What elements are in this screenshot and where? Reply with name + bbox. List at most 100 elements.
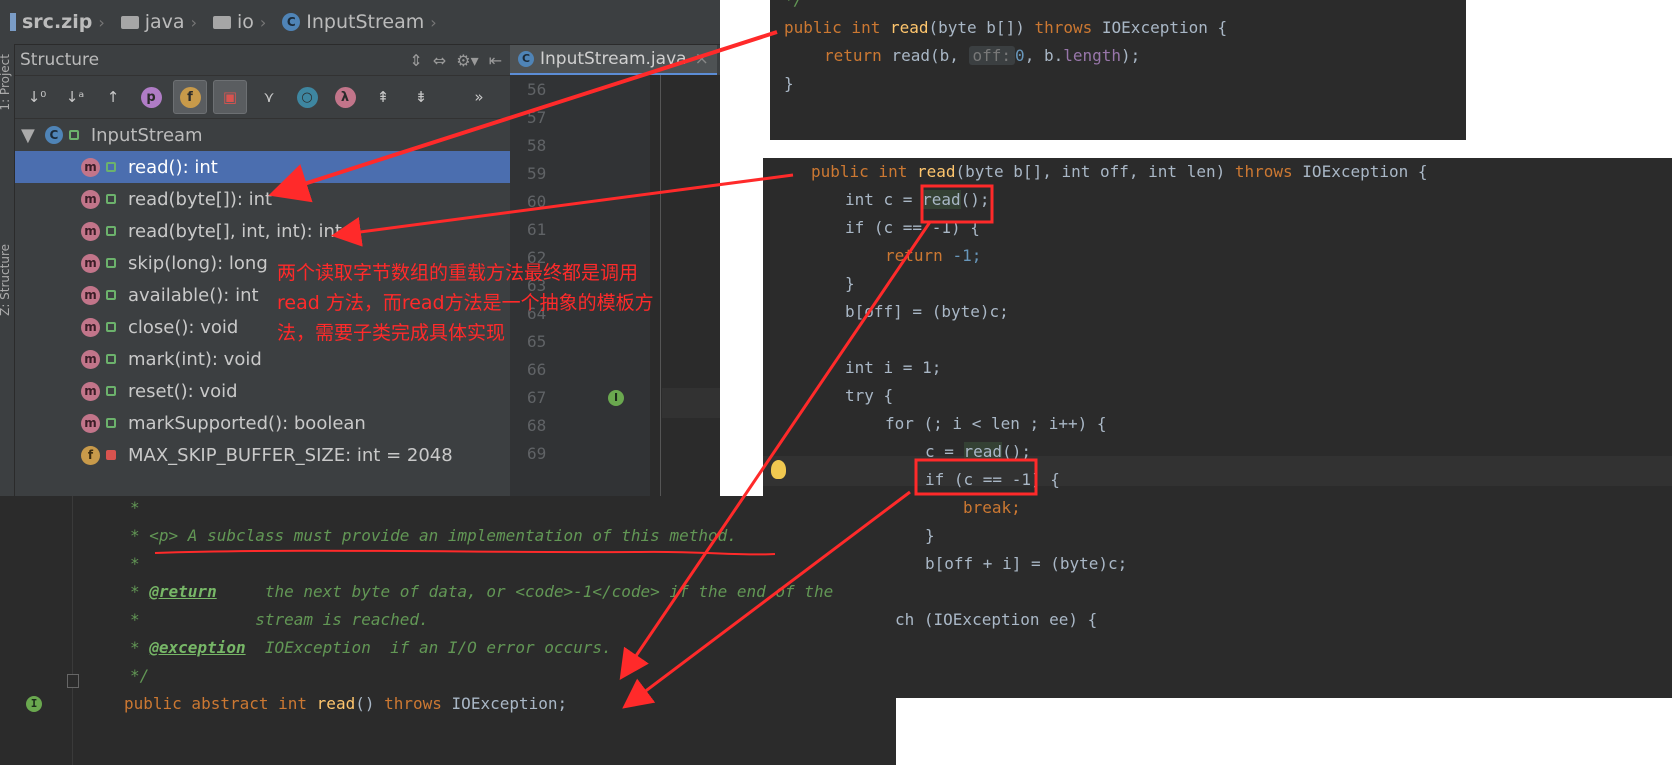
comment-line: * <p> A subclass must provide an impleme… <box>130 526 737 545</box>
public-icon <box>106 290 116 300</box>
code-line: public int read(byte b[], int off, int l… <box>811 158 1428 186</box>
public-icon <box>106 226 116 236</box>
tree-item-label: read(byte[]): int <box>128 188 273 210</box>
tree-item-read-array[interactable]: m read(byte[]): int <box>15 183 510 215</box>
chevron-right-icon: › <box>190 12 197 32</box>
tree-item-label: markSupported(): boolean <box>128 412 366 434</box>
fold-marker-icon[interactable] <box>67 674 79 688</box>
current-line-highlight <box>763 456 1672 486</box>
expand-all-icon[interactable]: ⇕ <box>409 51 422 70</box>
method-icon: m <box>81 317 100 337</box>
tree-item-reset[interactable]: m reset(): void <box>15 375 510 407</box>
line-number: 67 <box>527 388 547 407</box>
code-line: public abstract int read() throws IOExce… <box>124 690 567 718</box>
breadcrumb-io[interactable]: io <box>212 11 254 33</box>
params: (byte b[]) <box>928 18 1025 37</box>
code-line: b[off] = (byte)c; <box>845 302 1009 321</box>
field-icon: f <box>81 445 100 465</box>
tool-window-strip: 1: Project Z: Structure <box>0 44 15 496</box>
tree-item-mark-supported[interactable]: m markSupported(): boolean <box>15 407 510 439</box>
show-non-public-button[interactable]: ▣ <box>213 80 247 114</box>
code-text: () <box>355 694 375 713</box>
show-properties-button[interactable]: p <box>135 81 167 113</box>
code-line: } <box>845 274 855 293</box>
code-line: break; <box>963 498 1021 517</box>
breadcrumb-root-label: src.zip <box>22 11 93 33</box>
code-line: return -1; <box>885 242 981 270</box>
method-icon: m <box>81 413 100 433</box>
code-line: public int read(byte b[]) throws IOExcep… <box>784 14 1227 42</box>
implemented-marker-icon[interactable]: I <box>26 696 42 712</box>
tree-item-label: reset(): void <box>128 380 238 402</box>
show-inherited-icon[interactable]: ↑ <box>97 81 129 113</box>
show-fields-button[interactable]: f <box>173 80 207 114</box>
tree-item-read-array-offset[interactable]: m read(byte[], int, int): int <box>15 215 510 247</box>
gear-icon[interactable]: ⚙▾ <box>456 51 478 70</box>
sort-alphabetically-icon[interactable]: ↓ᵃ <box>59 81 91 113</box>
breadcrumb-class[interactable]: C InputStream <box>282 11 424 33</box>
ide-window: src.zip › java › io › C InputStream › 1:… <box>0 0 720 496</box>
structure-header-actions: ⇕ ⇔ ⚙▾ ⇤ <box>409 51 502 70</box>
code-text: (); <box>960 190 990 209</box>
lightbulb-icon[interactable] <box>771 460 786 479</box>
expand-icon[interactable]: ⇞ <box>367 81 399 113</box>
read-call: read <box>922 190 961 209</box>
sort-by-visibility-icon[interactable]: ↓⁰ <box>21 81 53 113</box>
zip-icon <box>10 13 16 31</box>
show-lambdas-button[interactable]: λ <box>329 81 361 113</box>
annotation-line: 两个读取字节数组的重载方法最终都是调用 <box>277 262 639 284</box>
comment-text: * <box>130 638 150 657</box>
javadoc-tag: @return <box>149 582 217 601</box>
code-line: if (c == -1) { <box>925 470 1060 489</box>
method-icon: m <box>81 253 100 273</box>
code-snippet-read-array: */ public int read(byte b[]) throws IOEx… <box>770 0 1466 140</box>
tree-item-read[interactable]: m read(): int <box>15 151 510 183</box>
more-actions-button[interactable]: » <box>463 81 495 113</box>
comment-line: * @return the next byte of data, or <cod… <box>130 578 833 606</box>
class-icon: C <box>518 51 534 67</box>
tab-label: InputStream.java <box>540 49 687 69</box>
keyword: throws <box>384 694 442 713</box>
method-name: read <box>316 694 356 713</box>
tree-root-class[interactable]: ▼ C InputStream <box>15 119 510 151</box>
comment-line: * @exception IOException if an I/O error… <box>130 634 612 662</box>
editor-tab-bar: C InputStream.java × <box>510 45 720 75</box>
close-icon[interactable]: × <box>695 49 709 69</box>
breadcrumb-java[interactable]: java <box>120 11 185 33</box>
code-text: , b. <box>1024 46 1064 65</box>
public-icon <box>106 258 116 268</box>
code-line: for (; i < len ; i++) { <box>885 414 1107 433</box>
tree-item-label: MAX_SKIP_BUFFER_SIZE: int = 2048 <box>128 444 453 466</box>
code-line: } <box>925 526 935 545</box>
hide-panel-icon[interactable]: ⇤ <box>489 51 502 70</box>
keyword: return <box>824 46 882 65</box>
method-name: read <box>916 162 956 181</box>
code-text: int c = <box>845 190 923 209</box>
method-icon: m <box>81 285 100 305</box>
show-lambdas-tree-icon[interactable]: ⋎ <box>253 81 285 113</box>
tab-inputstream-java[interactable]: C InputStream.java × <box>510 45 717 75</box>
collapse-icon[interactable]: ⇟ <box>405 81 437 113</box>
implemented-marker-icon[interactable]: I <box>608 390 624 406</box>
folder-icon <box>212 15 231 29</box>
code-text: IOException; <box>451 694 568 713</box>
line-number: 57 <box>527 108 547 127</box>
structure-tool-tab[interactable]: Z: Structure <box>0 244 12 316</box>
keyword: public int <box>811 162 908 181</box>
project-tool-tab[interactable]: 1: Project <box>0 54 12 111</box>
collapse-all-icon[interactable]: ⇔ <box>433 51 446 70</box>
code-line: if (c == -1) { <box>845 218 980 237</box>
public-icon <box>106 162 116 172</box>
expand-triangle-icon[interactable]: ▼ <box>21 125 35 146</box>
comment-line: * <box>130 554 140 573</box>
breadcrumb: src.zip › java › io › C InputStream › <box>0 0 720 45</box>
tree-item-max-skip-buffer[interactable]: f MAX_SKIP_BUFFER_SIZE: int = 2048 <box>15 439 510 471</box>
param-hint: off: <box>968 46 1016 65</box>
public-icon <box>106 322 116 332</box>
class-icon: C <box>282 13 301 31</box>
code-line: c = read(); <box>925 438 1031 466</box>
code-line: } <box>784 74 794 93</box>
breadcrumb-zip[interactable]: src.zip <box>10 11 92 33</box>
tree-item-label: available(): int <box>128 284 259 306</box>
anonymous-class-button[interactable]: ○ <box>291 81 323 113</box>
